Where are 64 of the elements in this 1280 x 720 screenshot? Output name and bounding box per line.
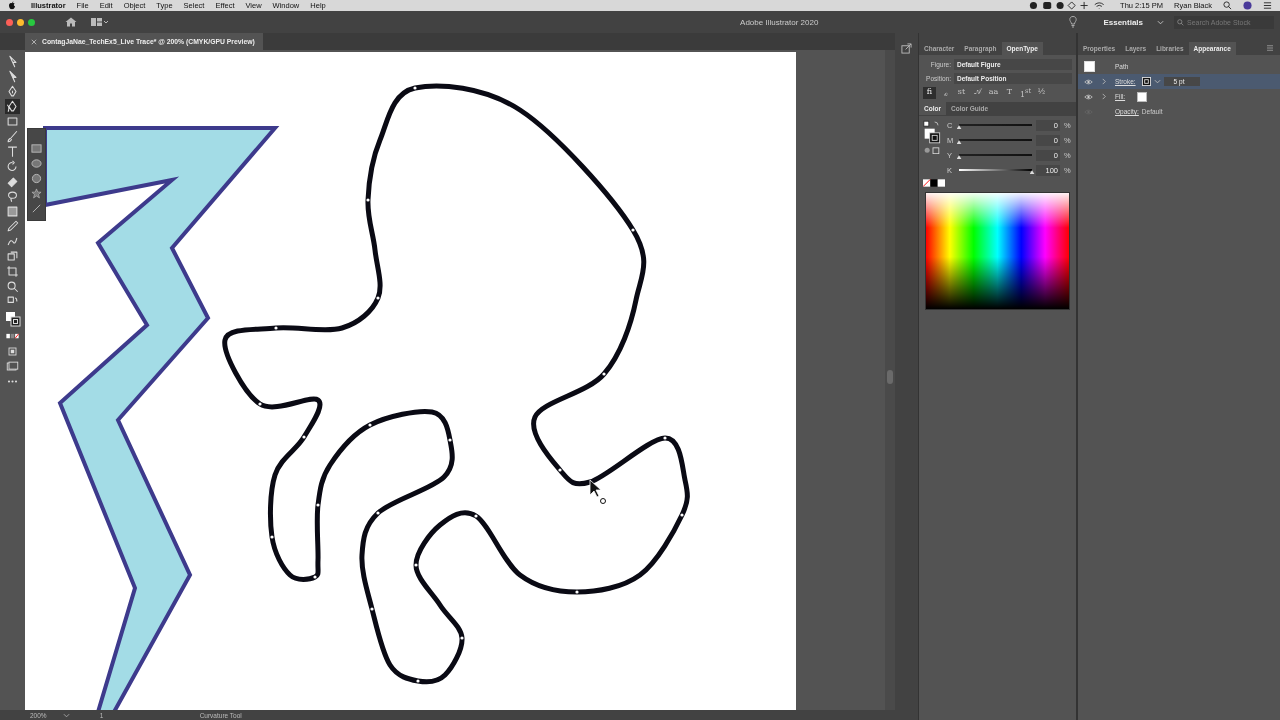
ellipse-icon[interactable] — [31, 158, 42, 169]
path-thumbnail — [1084, 61, 1095, 72]
rectangle-icon[interactable] — [31, 143, 42, 154]
artboard-icon[interactable] — [5, 264, 20, 279]
glyph-button[interactable]: ℴ — [939, 87, 952, 99]
glyph-button[interactable]: aa — [987, 87, 1000, 99]
export-icon[interactable] — [901, 43, 912, 54]
zoom-button[interactable] — [28, 18, 35, 26]
glyph-button[interactable]: st — [955, 87, 968, 99]
swatch-strip-icon[interactable] — [923, 178, 945, 187]
fill-swatch[interactable] — [1137, 91, 1148, 102]
eyedropper-icon[interactable] — [5, 219, 20, 234]
close-icon[interactable] — [31, 38, 37, 45]
pen-icon[interactable] — [5, 84, 20, 99]
glyph-button[interactable]: ﬁ — [923, 87, 936, 99]
star-icon[interactable] — [31, 188, 42, 199]
channel-slider[interactable] — [959, 124, 1032, 127]
rectangle-icon[interactable] — [5, 114, 20, 129]
channel-slider[interactable] — [959, 139, 1032, 142]
workspace-layout-icon[interactable] — [91, 18, 109, 26]
glyph-button[interactable]: ½ — [1035, 87, 1048, 99]
glyph-button[interactable]: T — [1003, 87, 1016, 99]
screen-mode-icon[interactable] — [5, 359, 20, 374]
eraser-icon[interactable] — [5, 174, 20, 189]
slider-thumb[interactable] — [956, 155, 962, 160]
line-icon[interactable] — [31, 203, 42, 214]
zoom-icon[interactable] — [5, 279, 20, 294]
slider-thumb[interactable] — [956, 140, 962, 145]
cursor-icon — [589, 479, 606, 504]
window-title: Adobe Illustrator 2020 — [740, 17, 819, 27]
lightbulb-icon[interactable] — [1069, 16, 1078, 28]
close-button[interactable] — [6, 18, 13, 26]
color-spectrum[interactable] — [925, 191, 1070, 310]
vertical-scrollbar[interactable] — [885, 50, 895, 710]
caret-icon[interactable] — [1157, 19, 1164, 25]
fill-stroke-swatch-icon[interactable] — [4, 311, 21, 327]
stroke-swatch-icon[interactable] — [1141, 77, 1151, 86]
rotate-icon[interactable] — [5, 159, 20, 174]
fill-stroke-swatch-icon[interactable] — [923, 119, 943, 154]
slider-thumb[interactable] — [1029, 170, 1035, 175]
search-icon — [1177, 18, 1184, 26]
panel-menu-icon[interactable] — [1266, 45, 1274, 51]
workspace-switcher[interactable]: Essentials — [1097, 16, 1149, 28]
menu-icon[interactable] — [1263, 1, 1272, 10]
home-icon[interactable] — [65, 17, 77, 27]
lasso-icon[interactable] — [5, 189, 20, 204]
pen-icon[interactable] — [5, 99, 20, 114]
shape-builder-icon[interactable] — [5, 249, 20, 264]
apple-icon[interactable] — [8, 1, 16, 10]
channel-slider[interactable] — [959, 169, 1032, 172]
glyph-button[interactable]: 𝒜 — [971, 87, 984, 99]
channel-slider[interactable] — [959, 154, 1032, 157]
type-tool-icon[interactable] — [5, 144, 20, 159]
slider-thumb[interactable] — [956, 125, 962, 130]
expand-chevron-icon[interactable] — [1101, 93, 1107, 100]
caret-icon[interactable] — [62, 712, 70, 718]
search-icon[interactable] — [1223, 1, 1232, 10]
draw-mode-icon[interactable] — [5, 344, 20, 359]
polygon-icon[interactable] — [31, 173, 42, 184]
brush-icon[interactable] — [5, 129, 20, 144]
expand-chevron-icon[interactable] — [1101, 78, 1107, 85]
minimize-button[interactable] — [17, 18, 24, 26]
siri-icon[interactable] — [1243, 1, 1252, 10]
glyph-button[interactable]: 1$^{st}$ — [1019, 87, 1032, 99]
